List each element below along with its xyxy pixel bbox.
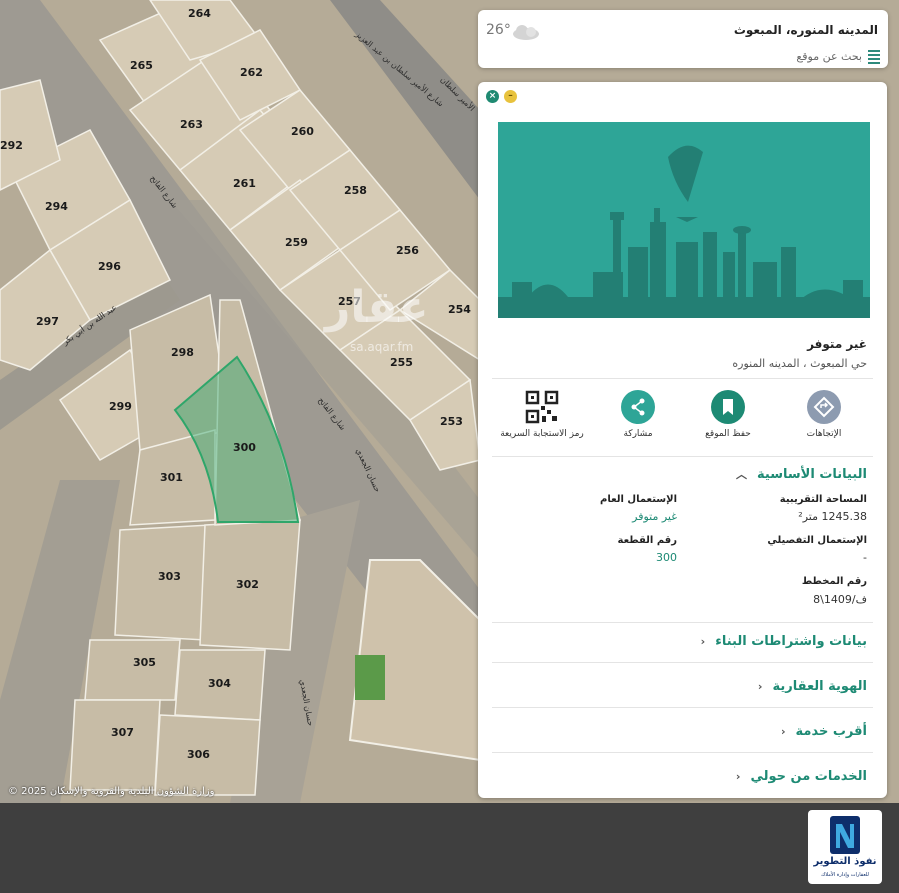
close-icon[interactable]: ×: [486, 90, 499, 103]
divider: [492, 752, 873, 753]
availability-status: غير متوفر: [807, 337, 867, 351]
minimize-icon[interactable]: –: [504, 90, 517, 103]
parcel-label-256: 256: [396, 244, 419, 257]
list-icon[interactable]: [868, 50, 880, 64]
property-identity-title: الهوية العقارية: [772, 679, 867, 694]
search-location-title[interactable]: المدينه المنوره، المبعوث: [734, 23, 878, 37]
divider: [492, 456, 873, 457]
chevron-left-icon: ‹: [700, 635, 706, 648]
general-use-label: الإستعمال العام: [600, 494, 677, 505]
company-logo: نفوذ التطوير للعقارات وإدارة الأملاك: [808, 810, 882, 884]
qr-code-icon: [525, 390, 559, 424]
basic-info-section-toggle[interactable]: البيانات الأساسية ︿: [736, 466, 867, 482]
bookmark-icon: [711, 390, 745, 424]
detailed-use-label: الإستعمال التفصيلي: [767, 535, 867, 546]
parcel-label-254: 254: [448, 303, 471, 316]
property-identity-section[interactable]: الهوية العقارية ‹: [758, 679, 867, 694]
parcel-label-301: 301: [160, 471, 183, 484]
parcel-label-299: 299: [109, 400, 132, 413]
search-input[interactable]: بحث عن موقع: [796, 50, 862, 63]
directions-button[interactable]: الإتجاهات: [780, 390, 868, 439]
parcel-label-263: 263: [180, 118, 203, 131]
logo-mark-icon: [830, 816, 860, 854]
nearest-service-section[interactable]: أقرب خدمة ‹: [781, 724, 867, 739]
hero-image: [498, 122, 870, 318]
parcel-label-253: 253: [440, 415, 463, 428]
skyline-illustration: [498, 145, 870, 318]
chevron-left-icon: ‹: [735, 770, 741, 783]
general-use-value: غير متوفر: [632, 510, 677, 523]
qr-code-label: رمز الاستجابة السريعة: [500, 429, 584, 439]
parcel-label-297: 297: [36, 315, 59, 328]
parcel-label-300: 300: [233, 441, 256, 454]
parcel-label-258: 258: [344, 184, 367, 197]
action-bar: الإتجاهات حفظ الموقع مشاركة رمز الاستجاب…: [498, 390, 868, 450]
divider: [492, 622, 873, 623]
watermark-logo: عقار: [325, 282, 429, 333]
location-search-bar[interactable]: 26° المدينه المنوره، المبعوث بحث عن موقع: [478, 10, 888, 68]
divider: [492, 707, 873, 708]
divider: [492, 378, 873, 379]
map-attribution: © 2025 وزارة الشؤون البلدية والقروية وال…: [8, 786, 215, 797]
parcel-label-296: 296: [98, 260, 121, 273]
parcel-label-255: 255: [390, 356, 413, 369]
parcel-label-262: 262: [240, 66, 263, 79]
detailed-use-value: -: [863, 551, 867, 564]
chevron-up-icon: ︿: [736, 468, 748, 481]
building-requirements-title: بيانات واشتراطات البناء: [715, 634, 867, 649]
temperature-label: 26°: [486, 22, 511, 38]
plan-number-label: رقم المخطط: [801, 576, 867, 587]
basic-info-title: البيانات الأساسية: [757, 467, 867, 482]
parcel-label-298: 298: [171, 346, 194, 359]
parcel-label-264: 264: [188, 7, 211, 20]
logo-tagline: للعقارات وإدارة الأملاك: [821, 872, 869, 878]
directions-label: الإتجاهات: [806, 429, 842, 439]
parcel-label-303: 303: [158, 570, 181, 583]
plot-number-value: 300: [656, 551, 677, 564]
plot-number-label: رقم القطعة: [617, 535, 677, 546]
share-icon: [621, 390, 655, 424]
divider: [492, 662, 873, 663]
cloud-icon: [513, 25, 539, 40]
building-requirements-section[interactable]: بيانات واشتراطات البناء ‹: [701, 634, 867, 649]
services-around-section[interactable]: الخدمات من حولي ‹: [736, 769, 867, 784]
parcel-label-307: 307: [111, 726, 134, 739]
chevron-left-icon: ‹: [780, 725, 786, 738]
share-label: مشاركة: [623, 429, 653, 439]
parcel-label-304: 304: [208, 677, 231, 690]
directions-icon: [807, 390, 841, 424]
watermark-url: sa.aqar.fm: [350, 340, 414, 354]
area-value: 1245.38 متر²: [798, 510, 867, 523]
save-location-button[interactable]: حفظ الموقع: [684, 390, 772, 439]
parcel-label-259: 259: [285, 236, 308, 249]
parcel-label-302: 302: [236, 578, 259, 591]
parcel-label-306: 306: [187, 748, 210, 761]
location-text: حي المبعوث ، المدينه المنوره: [732, 357, 867, 370]
parcel-label-260: 260: [291, 125, 314, 138]
parcel-label-265: 265: [130, 59, 153, 72]
parcel-label-305: 305: [133, 656, 156, 669]
area-label: المساحة التقريبية: [779, 494, 867, 505]
plan-number-value: ف/1409\8: [813, 593, 867, 606]
chevron-left-icon: ‹: [757, 680, 763, 693]
parcel-detail-panel: × – غير متوفر حي المبعوث ، المدينه المنو…: [478, 82, 887, 798]
qr-code-button[interactable]: رمز الاستجابة السريعة: [498, 390, 586, 439]
save-location-label: حفظ الموقع: [705, 429, 751, 439]
nearest-service-title: أقرب خدمة: [795, 724, 867, 739]
logo-name: نفوذ التطوير: [813, 856, 877, 867]
parcel-label-294: 294: [45, 200, 68, 213]
parcel-label-292: 292: [0, 139, 23, 152]
share-button[interactable]: مشاركة: [594, 390, 682, 439]
services-around-title: الخدمات من حولي: [750, 769, 867, 784]
parcel-label-261: 261: [233, 177, 256, 190]
